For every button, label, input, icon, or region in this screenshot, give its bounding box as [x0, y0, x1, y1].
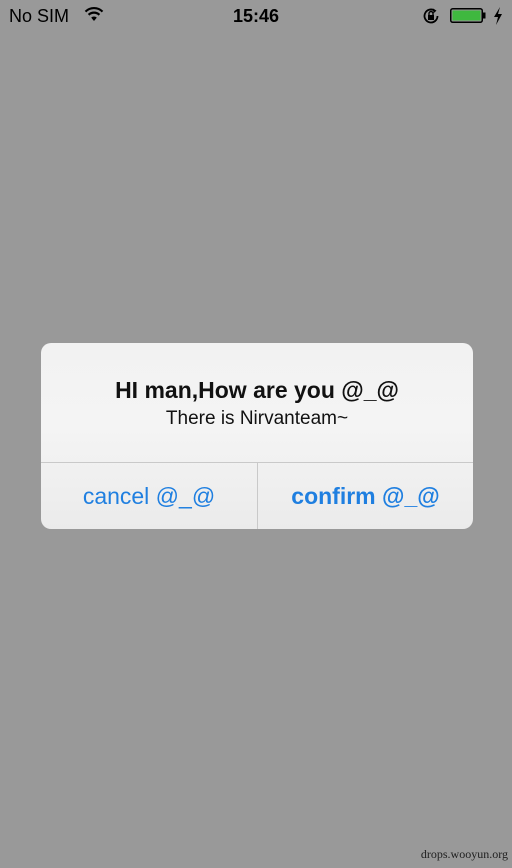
alert-title: HI man,How are you @_@ [115, 377, 399, 403]
confirm-button[interactable]: confirm @_@ [258, 463, 473, 529]
orientation-lock-icon [423, 8, 439, 24]
status-bar: No SIM 15:46 [0, 0, 512, 32]
watermark: drops.wooyun.org [420, 847, 508, 861]
battery-icon [450, 8, 486, 23]
alert-dialog: HI man,How are you @_@ There is Nirvante… [41, 343, 473, 529]
cancel-button[interactable]: cancel @_@ [41, 463, 257, 529]
charging-icon [494, 7, 502, 25]
alert-message: There is Nirvanteam~ [165, 408, 349, 429]
